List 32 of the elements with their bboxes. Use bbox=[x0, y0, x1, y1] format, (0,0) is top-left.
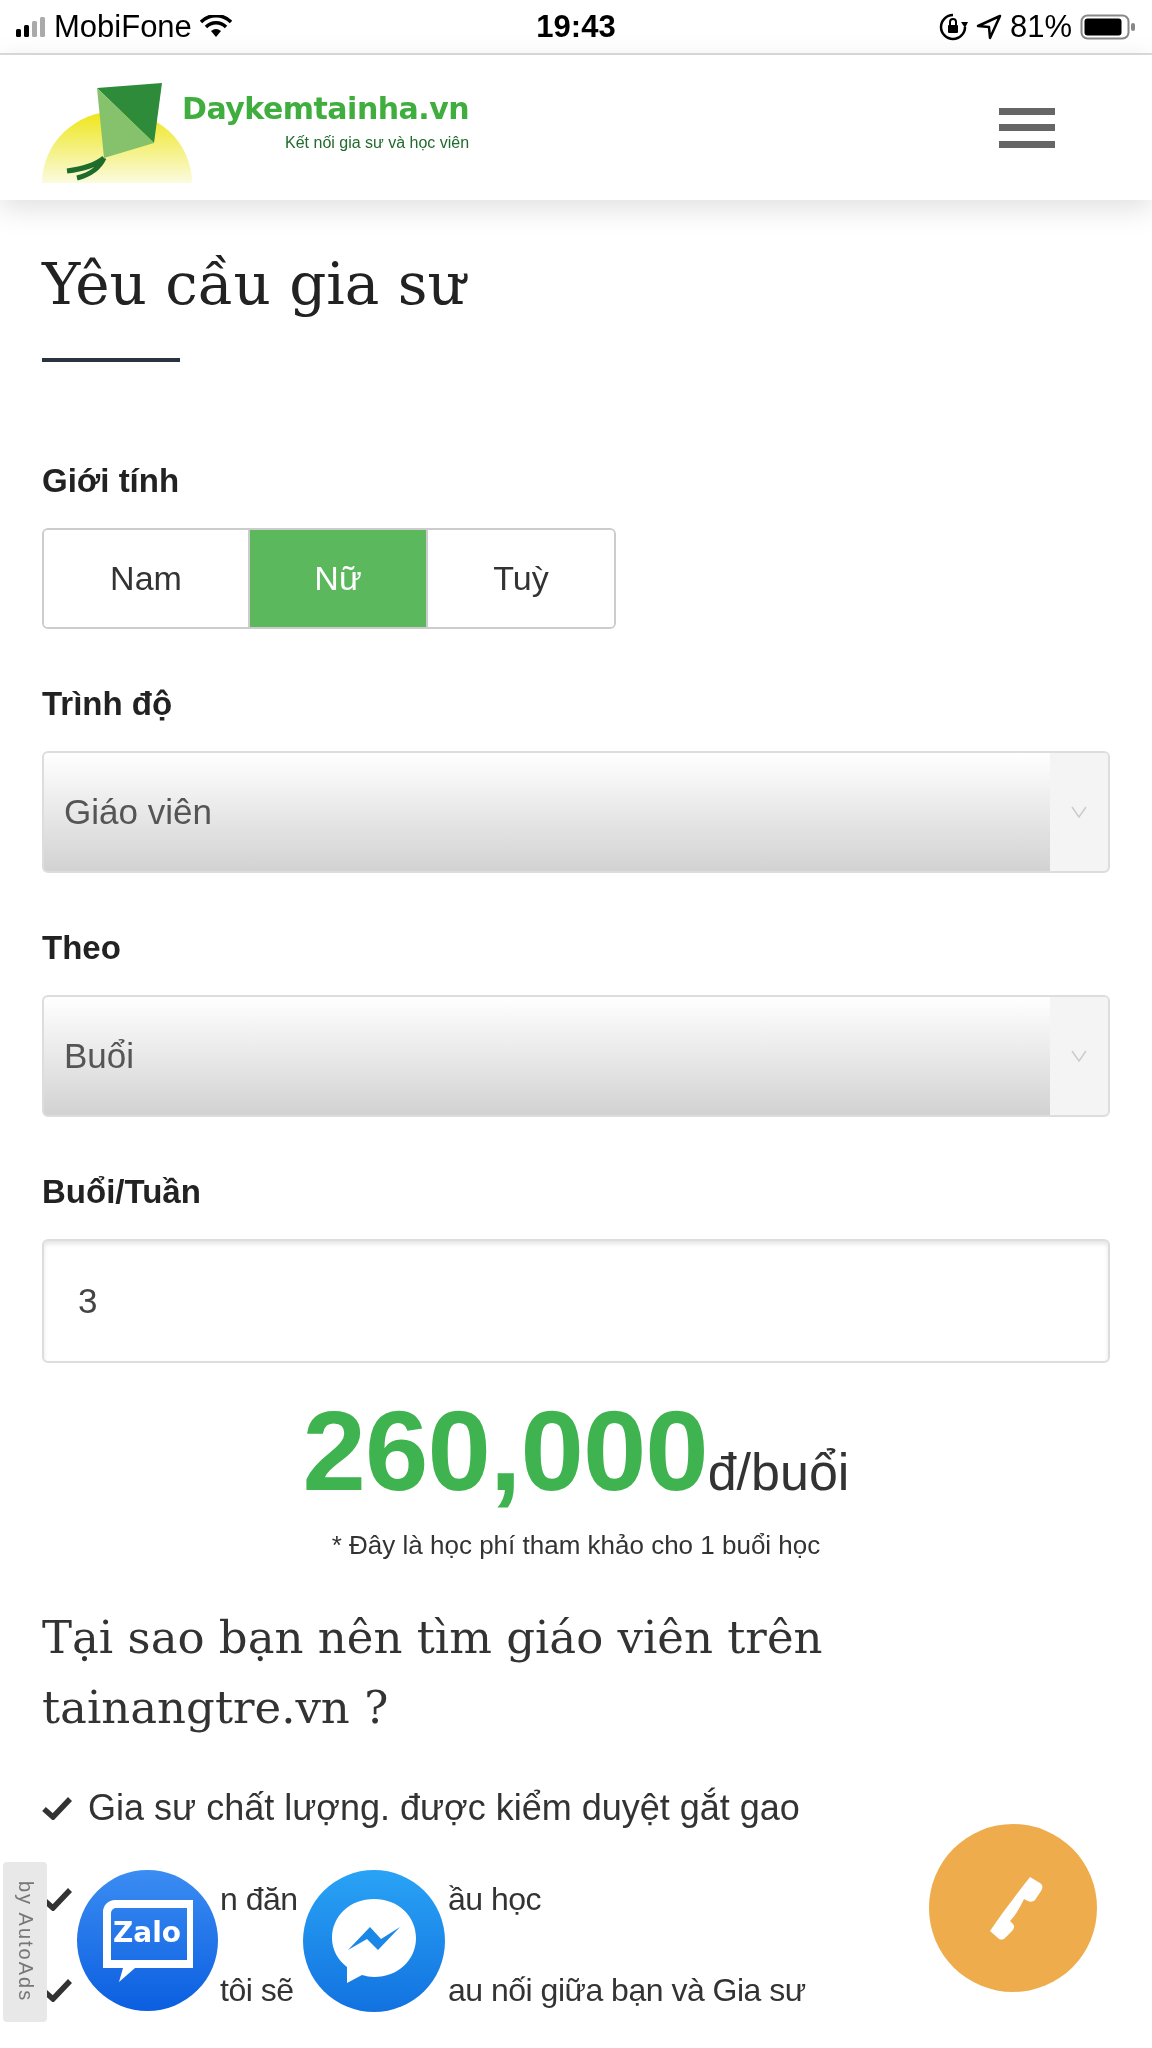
chat-bubble-icon bbox=[101, 1898, 195, 1984]
clock: 19:43 bbox=[536, 8, 616, 45]
page-title: Yêu cầu gia sư bbox=[42, 250, 1110, 320]
location-arrow-icon bbox=[975, 13, 1002, 40]
field-label: Trình độ bbox=[42, 684, 174, 723]
battery-icon bbox=[1080, 13, 1136, 40]
benefit-text: n đăn bbox=[220, 1880, 298, 1918]
gender-option[interactable]: Nam bbox=[44, 529, 250, 627]
field-label: Theo bbox=[42, 928, 122, 967]
rotation-lock-icon bbox=[937, 11, 968, 42]
field-label: Giới tính bbox=[42, 461, 181, 500]
autoads-tab[interactable]: by AutoAds bbox=[3, 1862, 47, 2022]
battery-percentage: 81% bbox=[1009, 8, 1072, 45]
signal-icon bbox=[16, 16, 46, 37]
carrier-name: MobiFone bbox=[54, 8, 192, 45]
check-icon bbox=[42, 1796, 72, 1821]
benefit-text: Gia sư chất lượng. được kiểm duyệt gắt gao bbox=[88, 1787, 800, 1830]
price-unit: đ/buổi bbox=[707, 1441, 850, 1502]
benefit-text: tôi sẽ bbox=[220, 1971, 294, 2009]
mode-dropdown[interactable]: Buổi bbox=[42, 994, 1110, 1117]
sessions-input-field[interactable]: 3 bbox=[42, 1238, 1110, 1363]
section-heading: Tại sao bạn nên tìm giáo viên trên tainangtre.vn ? bbox=[42, 1609, 824, 1736]
site-tagline: Kết nối gia sư và học viên bbox=[285, 133, 470, 152]
price-amount: 260,000 bbox=[302, 1385, 708, 1516]
field-label: Buổi/Tuần bbox=[42, 1172, 202, 1211]
wifi-icon bbox=[199, 14, 232, 39]
level-dropdown[interactable]: Giáo viên bbox=[42, 750, 1110, 873]
benefit-text: ầu học bbox=[448, 1880, 542, 1918]
price-note: * Đây là học phí tham khảo cho 1 buổi học bbox=[330, 1529, 822, 1561]
benefit-text: au nối giữa bạn và Gia sư bbox=[448, 1971, 806, 2009]
zalo-button[interactable]: Zalo bbox=[77, 1870, 218, 2011]
menu-icon[interactable] bbox=[999, 107, 1055, 148]
